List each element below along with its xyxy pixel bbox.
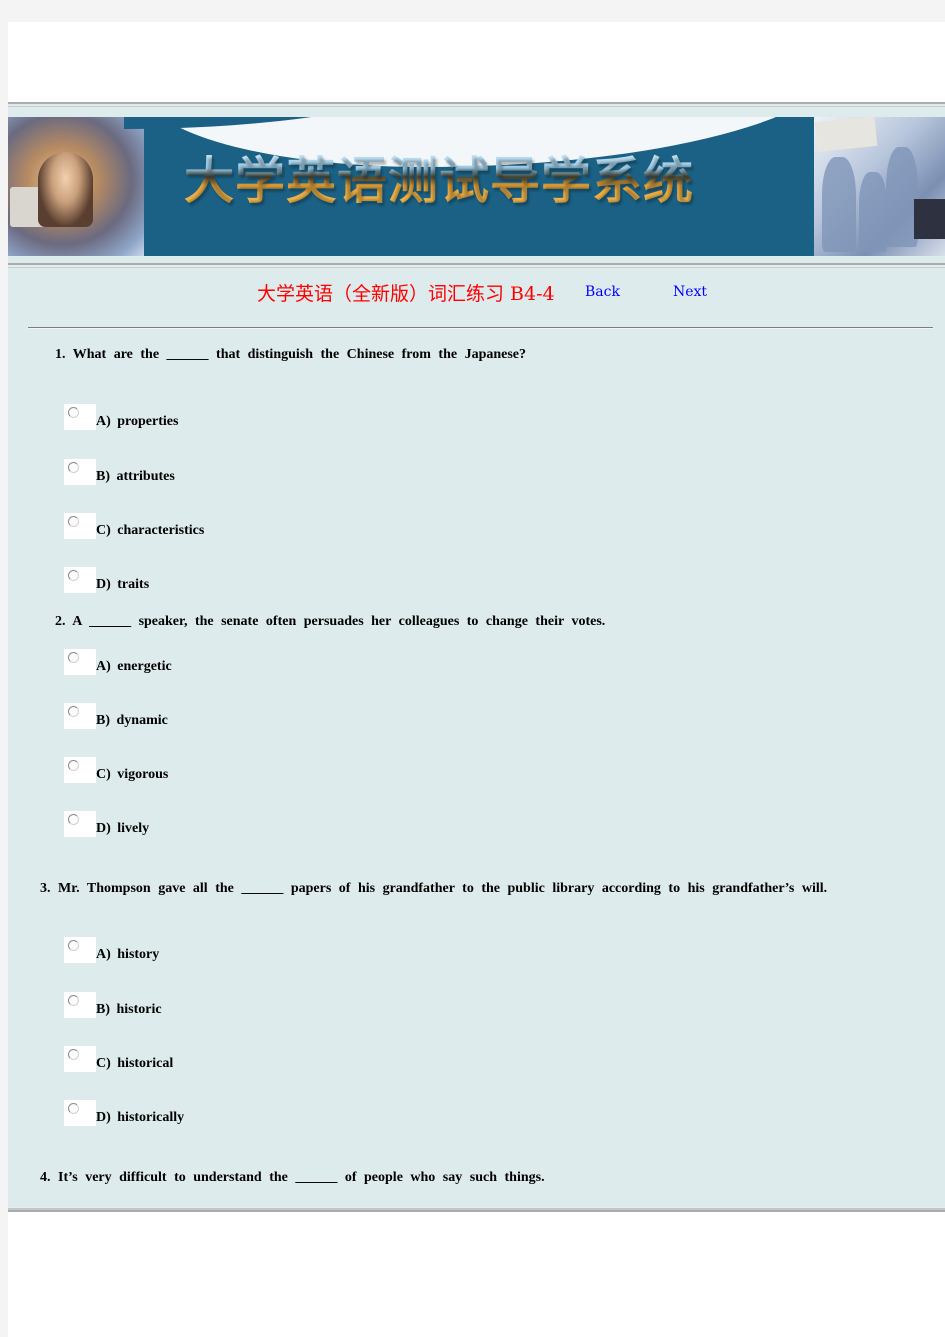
option-label: D) lively	[96, 821, 150, 836]
radio-button[interactable]	[68, 814, 79, 825]
question-2-text: 2. A ______ speaker, the senate often pe…	[55, 614, 606, 629]
figure-image	[859, 172, 887, 252]
option-label: B) dynamic	[96, 713, 168, 728]
radio-button[interactable]	[68, 570, 79, 581]
question-4-text: 4. It’s very difficult to understand the…	[40, 1170, 545, 1185]
radio-button[interactable]	[68, 760, 79, 771]
bottom-divider	[8, 1207, 945, 1212]
content-area: 大学英语测试导学系统 大学英语（全新版）词汇练习 B4-4 Back Next …	[8, 107, 945, 1207]
radio-button[interactable]	[68, 1103, 79, 1114]
radio-button[interactable]	[68, 995, 79, 1006]
option-label: C) historical	[96, 1056, 174, 1071]
banner-title-area: 大学英语测试导学系统	[124, 117, 844, 256]
option-label: D) traits	[96, 577, 150, 592]
radio-button[interactable]	[68, 462, 79, 473]
figure-image	[822, 157, 856, 252]
banner-photo-student	[8, 117, 144, 256]
radio-button[interactable]	[68, 940, 79, 951]
student-image	[38, 152, 93, 227]
banner-title: 大学英语测试导学系统	[184, 141, 694, 213]
banner: 大学英语测试导学系统	[8, 117, 945, 256]
screen-image	[914, 199, 945, 239]
option-label: A) energetic	[96, 659, 172, 674]
option-label: B) historic	[96, 1002, 162, 1017]
back-link[interactable]: Back	[585, 284, 620, 300]
option-label: D) historically	[96, 1110, 185, 1125]
exercise-header: 大学英语（全新版）词汇练习 B4-4 Back Next	[8, 279, 945, 305]
radio-button[interactable]	[68, 652, 79, 663]
question-1-text: 1. What are the ______ that distinguish …	[55, 347, 527, 362]
option-label: A) properties	[96, 414, 179, 429]
next-link[interactable]: Next	[673, 284, 707, 300]
banner-divider	[8, 263, 945, 268]
option-label: C) vigorous	[96, 767, 169, 782]
radio-button[interactable]	[68, 407, 79, 418]
option-label: C) characteristics	[96, 523, 205, 538]
page: 大学英语测试导学系统 大学英语（全新版）词汇练习 B4-4 Back Next …	[8, 22, 945, 1337]
exercise-title: 大学英语（全新版）词汇练习 B4-4	[257, 283, 555, 305]
radio-button[interactable]	[68, 1049, 79, 1060]
radio-button[interactable]	[68, 516, 79, 527]
header-divider	[28, 327, 933, 329]
paper-image	[814, 117, 878, 153]
option-label: A) history	[96, 947, 160, 962]
radio-button[interactable]	[68, 706, 79, 717]
option-label: B) attributes	[96, 469, 175, 484]
banner-photo-group	[814, 117, 945, 256]
question-3-text: 3. Mr. Thompson gave all the ______ pape…	[40, 881, 828, 896]
